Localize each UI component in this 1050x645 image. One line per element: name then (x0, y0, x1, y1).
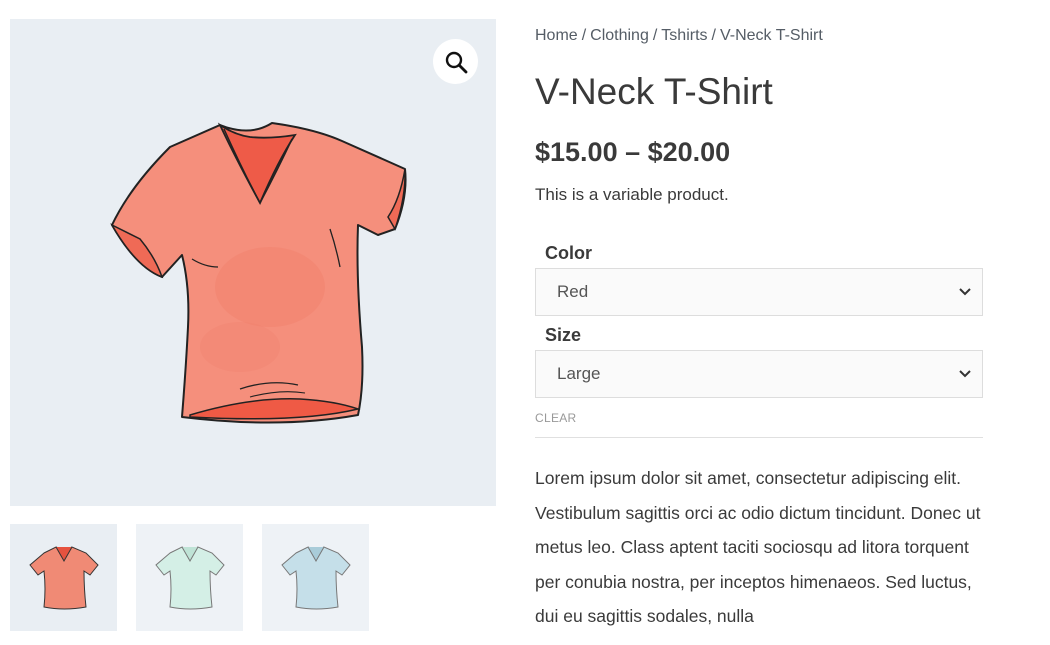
shirt-thumbnail-icon (28, 545, 99, 609)
breadcrumb-current: V-Neck T-Shirt (719, 27, 823, 44)
size-select[interactable]: Large (535, 350, 983, 398)
zoom-button[interactable] (433, 39, 478, 84)
magnifier-icon (445, 51, 467, 73)
shirt-thumbnail-icon (154, 545, 225, 609)
breadcrumb-separator: / (652, 27, 658, 44)
color-label: Color (545, 243, 592, 263)
variations-form: Color Red Size Large CLEAR (535, 240, 983, 426)
chevron-down-icon (959, 370, 971, 378)
product-long-description: Lorem ipsum dolor sit amet, consectetur … (535, 468, 981, 626)
breadcrumb-clothing[interactable]: Clothing (590, 27, 649, 44)
product-page: Home / Clothing / Tshirts / V-Neck T-Shirt V-N… (0, 0, 1050, 645)
divider (535, 437, 983, 438)
breadcrumb-tshirts[interactable]: Tshirts (661, 27, 707, 44)
thumbnail-blue-shirt[interactable] (262, 524, 369, 631)
product-price: $15.00 – $20.00 (535, 137, 731, 167)
product-short-description: This is a variable product. (535, 185, 729, 204)
clear-variations-link[interactable]: CLEAR (535, 410, 983, 426)
size-select-value: Large (557, 364, 601, 383)
thumbnail-red-shirt[interactable] (10, 524, 117, 631)
breadcrumb-separator: / (711, 27, 716, 44)
main-product-image[interactable] (10, 19, 496, 506)
color-select-value: Red (557, 282, 589, 301)
breadcrumb-separator: / (581, 27, 587, 44)
chevron-down-icon (959, 288, 971, 296)
thumbnail-mint-shirt[interactable] (136, 524, 243, 631)
breadcrumb: Home / Clothing / Tshirts / V-Neck T-Shirt (535, 24, 983, 48)
breadcrumb-home[interactable]: Home (535, 27, 578, 44)
v-neck-shirt-image (110, 122, 407, 424)
shirt-thumbnail-icon (280, 545, 351, 609)
product-summary: Home / Clothing / Tshirts / V-Neck T-Shirt V-N… (535, 24, 983, 634)
product-title: V-Neck T-Shirt (535, 71, 773, 112)
thumbnail-strip (10, 524, 369, 631)
product-gallery (10, 19, 496, 631)
size-label: Size (545, 325, 582, 345)
color-select[interactable]: Red (535, 268, 983, 316)
